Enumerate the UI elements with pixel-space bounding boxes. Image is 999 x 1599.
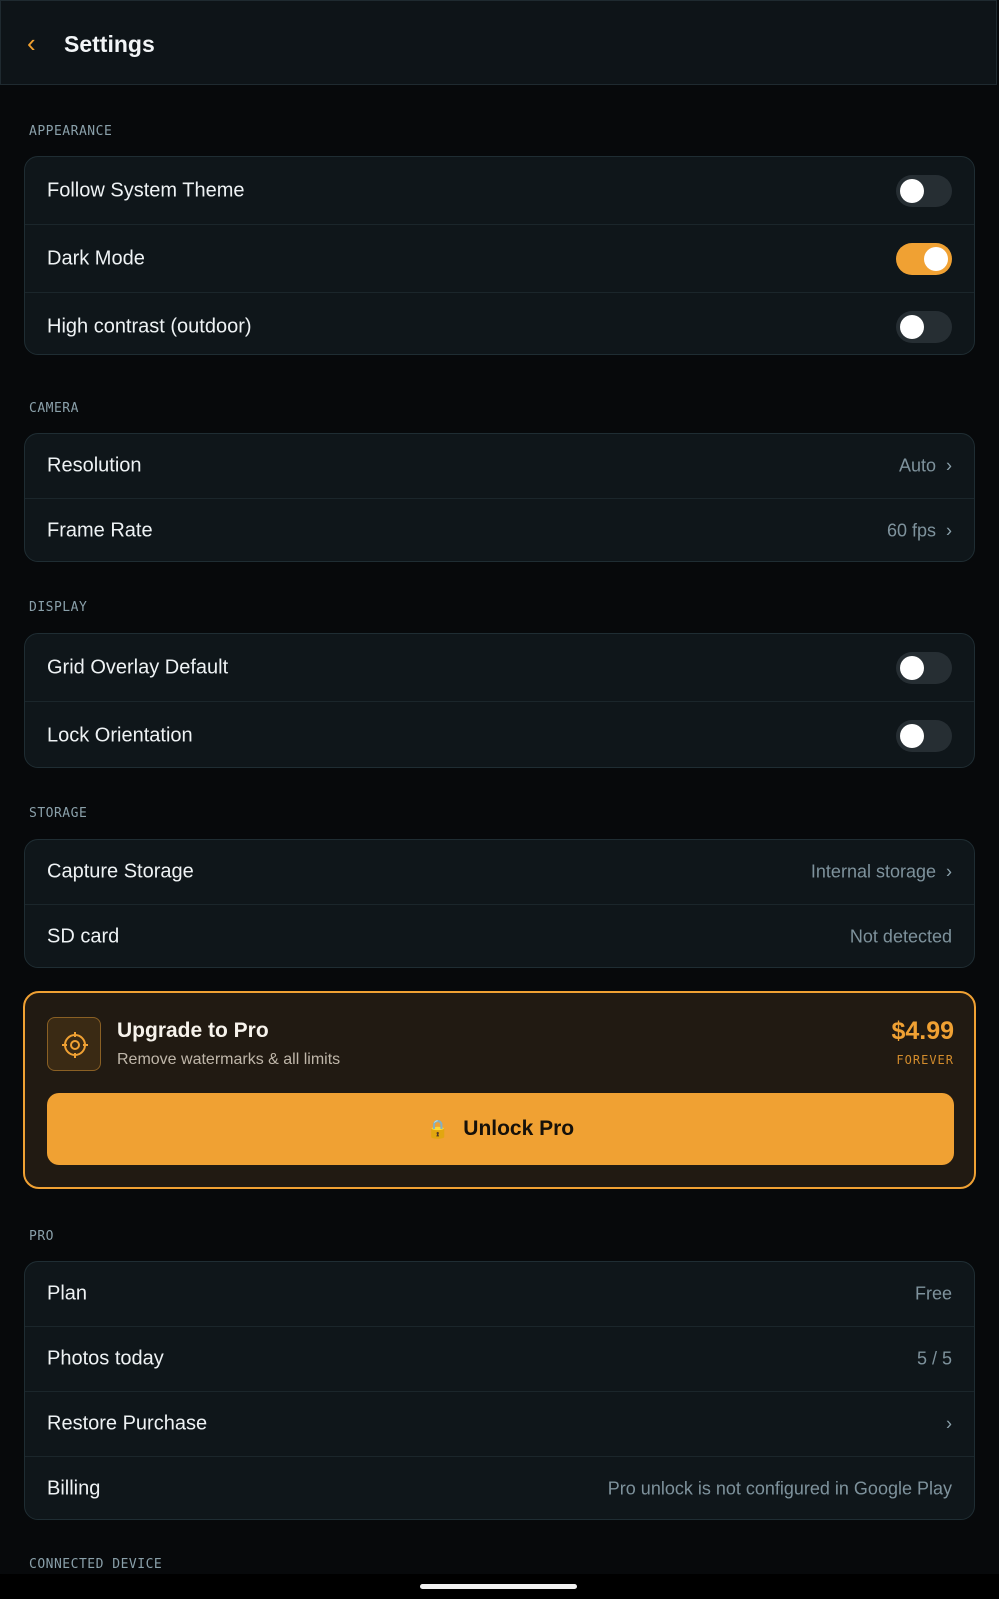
setting-label: Grid Overlay Default: [47, 656, 229, 678]
toggle-knob: [924, 246, 948, 271]
price: $4.99: [891, 1017, 954, 1045]
high-contrast-toggle[interactable]: [896, 310, 952, 343]
upgrade-subtitle: Remove watermarks & all limits: [117, 1051, 341, 1068]
setting-value: 60 fps ›: [886, 520, 952, 541]
toggle-knob: [900, 655, 924, 680]
home-indicator[interactable]: [420, 1584, 577, 1589]
system-nav-bar: [0, 1574, 999, 1599]
toggle-knob: [900, 723, 924, 748]
unlock-pro-button[interactable]: 🔒 Unlock Pro: [47, 1093, 954, 1165]
setting-follow-system-theme[interactable]: Follow System Theme: [25, 157, 974, 225]
setting-value: 5 / 5: [916, 1348, 952, 1369]
chevron-right-icon: ›: [946, 861, 952, 882]
section-label-connected-device: CONNECTED DEVICE: [29, 1557, 163, 1572]
setting-label: Restore Purchase: [47, 1412, 208, 1435]
pro-card: Plan Free Photos today 5 / 5 Restore Pur…: [24, 1261, 975, 1520]
lock-orientation-toggle[interactable]: [896, 719, 952, 752]
setting-value: Not detected: [849, 926, 952, 947]
setting-dark-mode[interactable]: Dark Mode: [25, 225, 974, 293]
setting-label: Dark Mode: [47, 247, 145, 269]
setting-lock-orientation[interactable]: Lock Orientation: [25, 702, 974, 767]
setting-label: Billing: [47, 1477, 101, 1500]
chevron-right-icon: ›: [946, 520, 952, 541]
dark-mode-toggle[interactable]: [896, 242, 952, 275]
price-note: FOREVER: [896, 1053, 954, 1067]
setting-label: SD card: [47, 925, 120, 948]
setting-label: Lock Orientation: [47, 724, 193, 746]
display-card: Grid Overlay Default Lock Orientation: [24, 633, 975, 768]
storage-card: Capture Storage Internal storage › SD car…: [24, 839, 975, 968]
chevron-right-icon: ›: [946, 1413, 952, 1434]
setting-resolution[interactable]: Resolution Auto ›: [25, 434, 974, 499]
chevron-right-icon: ›: [946, 455, 952, 476]
top-app-bar: ‹ Settings: [0, 0, 997, 85]
setting-restore-purchase[interactable]: Restore Purchase ›: [25, 1392, 974, 1457]
setting-value: Pro unlock is not configured in Google P…: [607, 1478, 952, 1499]
toggle-knob: [900, 178, 924, 203]
setting-label: Plan: [47, 1282, 88, 1305]
setting-label: Photos today: [47, 1347, 164, 1370]
grid-overlay-toggle[interactable]: [896, 651, 952, 684]
toggle-knob: [900, 314, 924, 339]
setting-label: Frame Rate: [47, 519, 153, 542]
upgrade-title: Upgrade to Pro: [117, 1019, 269, 1042]
crosshair-icon: [47, 1017, 101, 1071]
setting-frame-rate[interactable]: Frame Rate 60 fps ›: [25, 499, 974, 561]
setting-label: High contrast (outdoor): [47, 315, 252, 337]
section-label-display: DISPLAY: [29, 600, 88, 615]
setting-label: Resolution: [47, 454, 142, 477]
setting-value: Internal storage ›: [810, 861, 952, 882]
setting-billing: Billing Pro unlock is not configured in …: [25, 1457, 974, 1519]
section-label-appearance: APPEARANCE: [29, 124, 113, 139]
setting-high-contrast[interactable]: High contrast (outdoor): [25, 293, 974, 354]
setting-value: Free: [914, 1283, 952, 1304]
unlock-pro-label: Unlock Pro: [463, 1117, 575, 1140]
setting-plan: Plan Free: [25, 1262, 974, 1327]
setting-capture-storage[interactable]: Capture Storage Internal storage ›: [25, 840, 974, 905]
upgrade-pro-card: Upgrade to Pro Remove watermarks & all l…: [23, 991, 976, 1189]
back-chevron-icon[interactable]: ‹: [27, 29, 36, 57]
section-label-storage: STORAGE: [29, 806, 88, 821]
setting-grid-overlay[interactable]: Grid Overlay Default: [25, 634, 974, 702]
follow-system-theme-toggle[interactable]: [896, 174, 952, 207]
appearance-card: Follow System Theme Dark Mode High contr…: [24, 156, 975, 355]
setting-value: Auto ›: [898, 455, 952, 476]
page-title: Settings: [64, 31, 155, 57]
lock-icon: 🔒: [426, 1118, 450, 1139]
section-label-pro: PRO: [29, 1229, 54, 1244]
setting-label: Follow System Theme: [47, 179, 245, 201]
camera-card: Resolution Auto › Frame Rate 60 fps ›: [24, 433, 975, 562]
setting-sd-card: SD card Not detected: [25, 905, 974, 967]
setting-value: ›: [936, 1414, 952, 1435]
setting-label: Capture Storage: [47, 860, 194, 883]
setting-photos-today: Photos today 5 / 5: [25, 1327, 974, 1392]
section-label-camera: CAMERA: [29, 401, 79, 416]
